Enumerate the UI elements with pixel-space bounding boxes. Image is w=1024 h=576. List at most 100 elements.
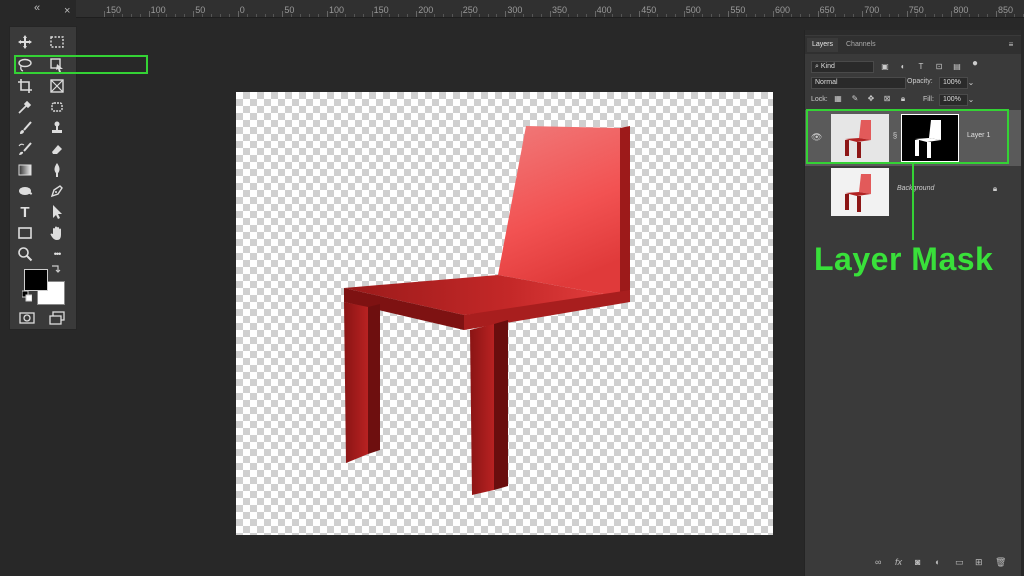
layer-filter-select[interactable]: ⌕ Kind (811, 61, 874, 73)
gradient-icon[interactable] (14, 161, 36, 179)
healing-icon[interactable] (46, 98, 68, 116)
blend-mode-select[interactable]: Normal (811, 77, 906, 89)
lock-artboard-icon[interactable]: ⊠ (883, 95, 891, 103)
ruler-minor-tick (291, 14, 293, 17)
ruler-minor-tick (166, 14, 168, 17)
ruler-label: 0 (239, 5, 245, 15)
lock-all-icon[interactable]: 🔒︎ (899, 95, 907, 103)
ruler-major-tick (951, 11, 953, 17)
horizontal-ruler: 150 100 50 0 50 100 150 200 250 300 350 400 450 500 55… (76, 0, 1024, 18)
group-icon[interactable]: ▭ (955, 557, 964, 568)
default-colors-icon[interactable] (22, 290, 32, 302)
ruler-minor-tick (674, 14, 676, 17)
filter-smart-icon[interactable]: ▤ (953, 63, 961, 71)
adjustment-icon[interactable]: ◐ (935, 557, 940, 567)
ruler-major-tick (327, 11, 328, 17)
ruler-minor-tick (576, 14, 578, 17)
ruler-minor-tick (558, 14, 560, 17)
ruler-minor-tick (353, 14, 355, 17)
layer-thumbnail[interactable] (831, 168, 889, 216)
ruler-minor-tick (175, 14, 177, 17)
stamp-icon[interactable] (46, 119, 68, 137)
ruler-minor-tick (719, 14, 721, 17)
lock-transparent-icon[interactable]: ▦ (834, 95, 842, 103)
filter-shape-icon[interactable]: ⊡ (935, 63, 943, 71)
ruler-minor-tick (835, 14, 837, 17)
ruler-minor-tick (523, 14, 525, 17)
marquee-icon[interactable] (46, 33, 68, 51)
ruler-minor-tick (184, 14, 186, 17)
ruler-minor-tick (121, 14, 123, 17)
lock-pixels-icon[interactable]: ✎ (851, 95, 859, 103)
ruler-minor-tick (398, 14, 400, 17)
rectangle-icon[interactable] (14, 224, 36, 242)
opacity-input[interactable]: 100% (939, 77, 968, 89)
ruler-minor-tick (790, 14, 792, 17)
frame-icon[interactable] (46, 77, 68, 95)
move-icon[interactable] (14, 33, 36, 51)
ruler-minor-tick (612, 14, 614, 17)
document-canvas[interactable] (236, 92, 773, 535)
ruler-minor-tick (478, 14, 480, 17)
layer-name[interactable]: Background (897, 185, 934, 192)
mask-icon[interactable]: ◙ (915, 557, 920, 567)
ruler-minor-tick (915, 14, 917, 17)
ruler-minor-tick (710, 14, 712, 17)
ruler-minor-tick (701, 14, 703, 17)
blur-icon[interactable] (46, 161, 68, 179)
ruler-minor-tick (960, 14, 962, 17)
ruler-minor-tick (737, 14, 739, 17)
crop-icon[interactable] (14, 77, 36, 95)
layers-bottom-bar: ∞ fx ◙ ◐ ▭ ⊞ 🗑︎ (805, 552, 1021, 574)
panel-menu-icon[interactable]: ≡ (1007, 41, 1015, 49)
swap-colors-icon[interactable] (50, 263, 62, 275)
tab-channels[interactable]: Channels (841, 38, 881, 52)
lock-position-icon[interactable]: ✥ (867, 95, 875, 103)
ruler-minor-tick (451, 14, 453, 17)
ruler-minor-tick (603, 14, 605, 17)
filter-pixel-icon[interactable]: ▣ (881, 63, 889, 71)
eraser-icon[interactable] (46, 140, 68, 158)
opacity-dropdown-icon[interactable]: ⌄ (967, 79, 975, 87)
collapse-icon[interactable]: « (34, 2, 40, 14)
fill-input[interactable]: 100% (939, 94, 968, 106)
filter-adjustment-icon[interactable]: ◐ (899, 63, 907, 71)
ruler-minor-tick (844, 14, 846, 17)
type-icon[interactable]: T (14, 203, 36, 221)
ruler-major-tick (416, 11, 418, 17)
trash-icon[interactable]: 🗑︎ (995, 557, 1006, 568)
lock-label: Lock: (811, 96, 828, 103)
ruler-minor-tick (344, 14, 346, 17)
panel-drag-bar[interactable] (805, 30, 1021, 35)
fill-dropdown-icon[interactable]: ⌄ (967, 96, 975, 104)
new-layer-icon[interactable]: ⊞ (975, 557, 983, 568)
tab-layers[interactable]: Layers (807, 38, 839, 52)
lock-icon: 🔒︎ (992, 184, 998, 193)
filter-type-icon[interactable]: T (917, 63, 925, 71)
dodge-icon[interactable] (14, 182, 36, 200)
arrow-icon[interactable] (46, 203, 68, 221)
fx-icon[interactable]: fx (895, 557, 902, 567)
link-icon[interactable]: ∞ (875, 557, 881, 567)
eyedropper-icon[interactable] (14, 98, 36, 116)
close-icon[interactable]: × (64, 5, 70, 17)
brush-icon[interactable] (14, 119, 36, 137)
ruler-minor-tick (496, 14, 498, 17)
filter-toggle-icon[interactable]: ● (971, 59, 979, 69)
hand-icon[interactable] (46, 224, 68, 242)
ruler-major-tick (817, 11, 819, 17)
ruler-major-tick (728, 11, 730, 17)
ruler-minor-tick (755, 14, 757, 17)
quick-mask-icon[interactable] (16, 309, 38, 327)
layer-mask-callout: Layer Mask (814, 241, 994, 277)
ruler-minor-tick (853, 14, 855, 17)
ruler-minor-tick (300, 14, 302, 17)
zoom-icon[interactable] (14, 245, 36, 263)
pen-icon[interactable] (46, 182, 68, 200)
history-brush-icon[interactable] (14, 140, 36, 158)
screen-mode-icon[interactable] (46, 309, 68, 327)
ruler-major-tick (773, 11, 774, 17)
tool-highlight-box (14, 55, 148, 74)
opacity-label: Opacity: (907, 78, 933, 85)
ruler-minor-tick (514, 14, 516, 17)
